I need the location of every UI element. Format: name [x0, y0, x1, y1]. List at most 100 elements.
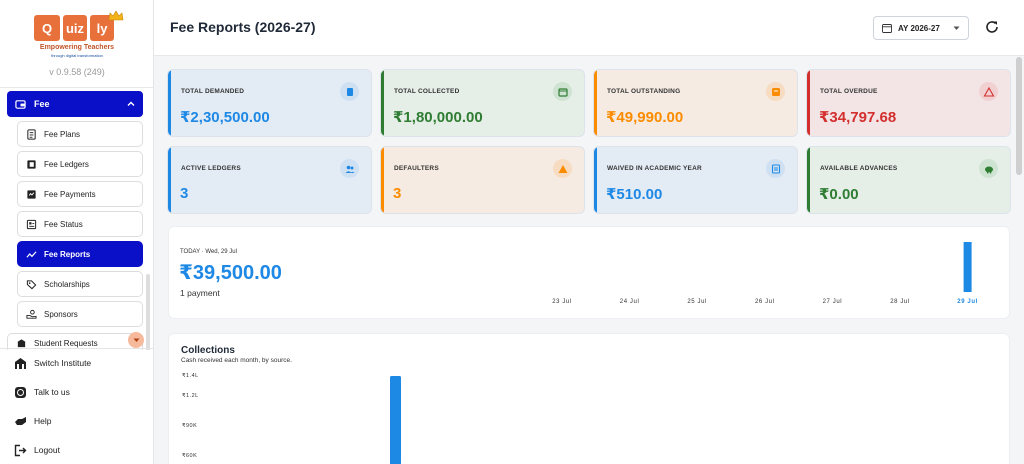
request-icon: [17, 338, 26, 347]
logo-letter: uiz: [63, 15, 87, 41]
chevron-down-icon: [133, 338, 139, 342]
sidebar: Q uiz ly Empowering Teachers through dig…: [0, 0, 154, 464]
app-window: Q uiz ly Empowering Teachers through dig…: [0, 0, 1024, 464]
card-label: ACTIVE LEDGERS: [181, 165, 241, 172]
app-version: v 0.9.58 (249): [49, 67, 105, 77]
academic-year-value: AY 2026-27: [898, 23, 940, 33]
main-content: Fee Reports (2026-27) AY 2026-27 TOTAL D…: [154, 0, 1024, 464]
x-tick-label: 24 Jul: [620, 299, 640, 305]
trend-icon: [26, 250, 37, 258]
sidebar-footer: Switch Institute Talk to us Help Logout: [0, 348, 154, 456]
talk-to-us-button[interactable]: Talk to us: [14, 384, 70, 400]
collections-panel: Collections Cash received each month, by…: [168, 333, 1010, 464]
warning-icon: [979, 82, 998, 101]
x-tick-label: 27 Jul: [823, 299, 843, 305]
sidebar-item-label: Scholarships: [44, 279, 90, 289]
card-label: AVAILABLE ADVANCES: [820, 165, 898, 172]
card-accent-bar: [594, 147, 597, 213]
payment-icon: [27, 189, 36, 199]
sidebar-item-label: Fee Payments: [44, 189, 96, 199]
x-tick-label: 26 Jul: [755, 299, 775, 305]
calendar-icon: [882, 24, 892, 33]
today-panel: TODAY · Wed, 29 Jul ₹39,500.00 1 payment…: [168, 226, 1010, 319]
card-value: ₹49,990.00: [606, 109, 684, 126]
bottom-item-label: Switch Institute: [34, 358, 92, 368]
sidebar-item-label: Fee Plans: [44, 129, 81, 139]
card-value: ₹2,30,500.00: [180, 109, 270, 126]
card-accent-bar: [807, 147, 810, 213]
summary-card-active-ledgers: ACTIVE LEDGERS 3: [167, 146, 372, 214]
logout-button[interactable]: Logout: [14, 442, 60, 458]
institute-icon: [15, 357, 26, 369]
wallet-icon: [15, 99, 26, 109]
status-icon: [26, 219, 37, 229]
summary-card-total-collected: TOTAL COLLECTED ₹1,80,000.00: [380, 69, 585, 137]
logo-letter: Q: [34, 15, 60, 41]
x-tick-label: 29 Jul: [957, 299, 978, 305]
card-label: TOTAL OVERDUE: [820, 88, 878, 95]
bottom-item-label: Talk to us: [34, 387, 70, 397]
chevron-down-icon: [953, 26, 960, 30]
x-tick-label: 28 Jul: [890, 299, 910, 305]
logo-tagline: Empowering Teachers: [39, 44, 115, 51]
card-label: TOTAL OUTSTANDING: [607, 88, 681, 95]
daily-collection-chart: 23 Jul 24 Jul 25 Jul 26 Jul 27 Jul 28 Jul 29 J…: [552, 242, 978, 305]
outstanding-icon: [766, 82, 785, 101]
sidebar-item-label: Fee Ledgers: [44, 159, 89, 169]
summary-card-total-demanded: TOTAL DEMANDED ₹2,30,500.00: [167, 69, 372, 137]
tag-icon: [26, 279, 37, 289]
card-value: ₹1,80,000.00: [393, 109, 483, 126]
sidebar-nav: Fee Fee Plans Fee Ledgers Fee Payments F…: [0, 88, 154, 350]
card-accent-bar: [381, 70, 384, 136]
card-accent-bar: [168, 70, 171, 136]
switch-institute-button[interactable]: Switch Institute: [14, 355, 91, 371]
people-icon: [340, 159, 359, 178]
sidebar-item-fee-ledgers[interactable]: Fee Ledgers: [17, 151, 143, 177]
summary-card-waived-in-academic-year: WAIVED IN ACADEMIC YEAR ₹510.00: [593, 146, 798, 214]
logout-icon: [14, 444, 27, 456]
sidebar-scrollbar[interactable]: [146, 274, 150, 350]
card-accent-bar: [807, 70, 810, 136]
card-value: ₹34,797.68: [819, 109, 897, 126]
sidebar-group-fee[interactable]: Fee: [7, 91, 143, 117]
logo-subtagline: through digital transformation: [51, 53, 103, 58]
receipt-icon: [340, 82, 359, 101]
help-button[interactable]: Help: [14, 413, 51, 429]
document-icon: [27, 128, 36, 140]
summary-card-available-advances: AVAILABLE ADVANCES ₹0.00: [806, 146, 1011, 214]
help-icon: [15, 416, 26, 425]
sidebar-item-scholarships[interactable]: Scholarships: [17, 271, 143, 297]
academic-year-selector[interactable]: AY 2026-27: [873, 16, 969, 40]
sidebar-item-fee-status[interactable]: Fee Status: [17, 211, 143, 237]
card-label: WAIVED IN ACADEMIC YEAR: [607, 165, 702, 172]
sidebar-item-fee-payments[interactable]: Fee Payments: [17, 181, 143, 207]
card-value: ₹510.00: [606, 186, 663, 203]
card-accent-bar: [381, 147, 384, 213]
alert-icon: [553, 159, 572, 178]
card-label: DEFAULTERS: [394, 165, 439, 172]
monthly-bar[interactable]: [390, 376, 401, 464]
calendar-check-icon: [553, 82, 572, 101]
main-scrollbar[interactable]: [1016, 57, 1022, 175]
sidebar-item-label: Fee Reports: [44, 249, 91, 259]
sidebar-item-fee-reports[interactable]: Fee Reports: [17, 241, 143, 267]
bottom-item-label: Help: [34, 416, 52, 426]
card-accent-bar: [594, 70, 597, 136]
chevron-up-icon: [127, 101, 135, 106]
daily-bar[interactable]: [963, 242, 972, 292]
summary-card-defaulters: DEFAULTERS 3: [380, 146, 585, 214]
top-bar: Fee Reports (2026-27) AY 2026-27: [154, 0, 1024, 56]
piggy-bank-icon: [979, 159, 998, 178]
sidebar-item-sponsors[interactable]: Sponsors: [17, 301, 143, 327]
logo: Q uiz ly Empowering Teachers through dig…: [0, 0, 153, 88]
ledger-icon: [27, 159, 36, 169]
card-accent-bar: [168, 147, 171, 213]
sidebar-item-fee-plans[interactable]: Fee Plans: [17, 121, 143, 147]
scroll-down-button[interactable]: [128, 332, 144, 348]
page-title: Fee Reports (2026-27): [170, 19, 316, 35]
sidebar-item-label: Sponsors: [44, 309, 78, 319]
card-label: TOTAL DEMANDED: [181, 88, 245, 95]
refresh-icon[interactable]: [984, 19, 1000, 35]
sidebar-group-label: Student Requests: [34, 338, 98, 348]
card-label: TOTAL COLLECTED: [394, 88, 460, 95]
